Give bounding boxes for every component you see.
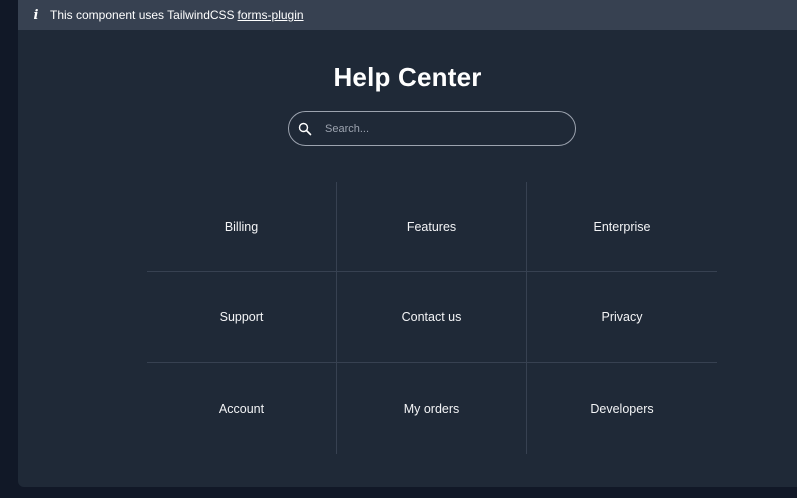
category-grid: Billing Features Enterprise Support Cont…	[147, 182, 717, 454]
category-enterprise[interactable]: Enterprise	[527, 182, 717, 272]
category-features[interactable]: Features	[337, 182, 527, 272]
info-icon: i	[33, 7, 39, 23]
forms-plugin-link[interactable]: forms-plugin	[238, 8, 304, 22]
help-center-panel: i This component uses TailwindCSS forms-…	[18, 0, 797, 487]
page-title: Help Center	[333, 62, 482, 92]
notice-text: This component uses TailwindCSS	[50, 8, 235, 22]
search-box[interactable]	[288, 111, 576, 146]
category-developers[interactable]: Developers	[527, 363, 717, 454]
category-contact-us[interactable]: Contact us	[337, 272, 527, 363]
search-input[interactable]	[325, 112, 575, 145]
category-account[interactable]: Account	[147, 363, 337, 454]
search-icon	[298, 122, 312, 136]
notice-bar: i This component uses TailwindCSS forms-…	[18, 0, 797, 30]
category-privacy[interactable]: Privacy	[527, 272, 717, 363]
category-support[interactable]: Support	[147, 272, 337, 363]
category-my-orders[interactable]: My orders	[337, 363, 527, 454]
category-billing[interactable]: Billing	[147, 182, 337, 272]
